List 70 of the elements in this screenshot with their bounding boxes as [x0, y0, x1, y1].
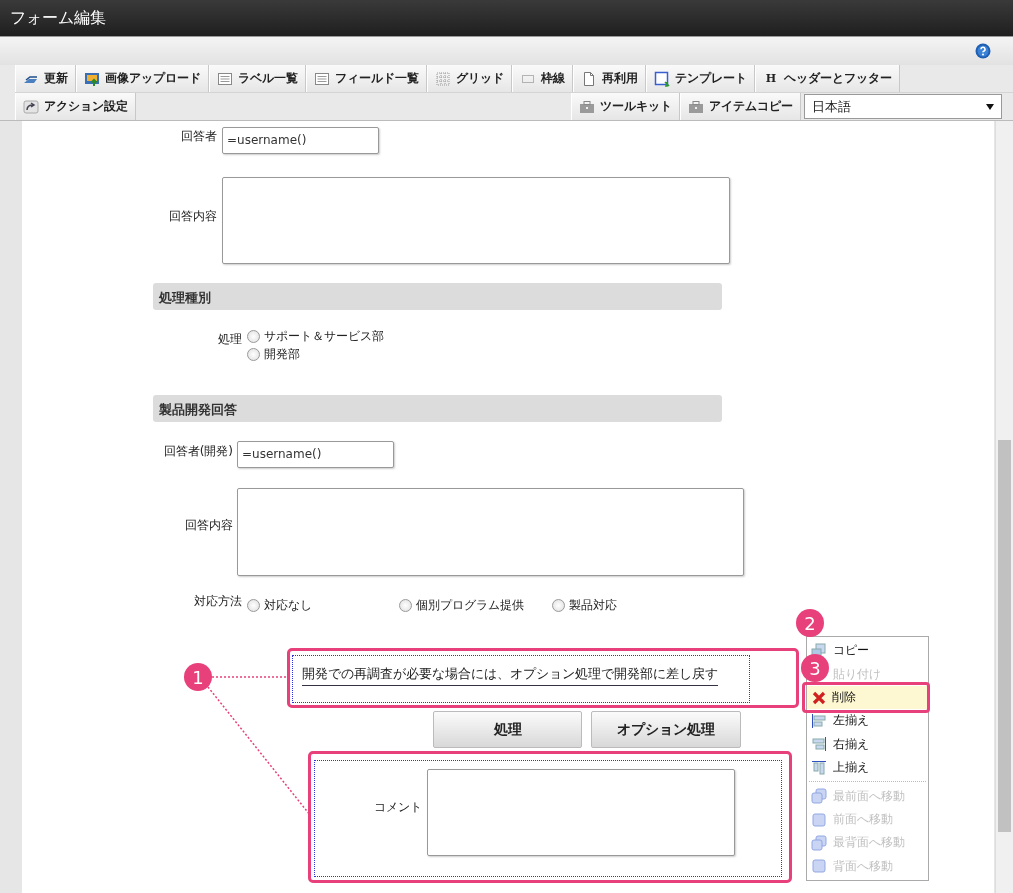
field-label: 回答内容 — [168, 208, 217, 225]
field-label: 回答者(開発) — [162, 443, 233, 460]
field-label: 対応方法 — [193, 593, 242, 610]
text-area[interactable] — [237, 488, 744, 576]
toolbar-button[interactable]: 再利用 — [573, 65, 646, 92]
radio-button[interactable] — [399, 599, 412, 612]
menu-item[interactable]: 削除 — [807, 685, 928, 710]
action-button[interactable]: オプション処理 — [591, 711, 741, 748]
header-glyph-icon: H — [763, 72, 779, 85]
comment-field[interactable] — [427, 769, 735, 856]
field-label: 処理 — [217, 331, 242, 348]
stacked-squares-icon — [811, 788, 827, 805]
list-icon — [314, 70, 330, 87]
toolbar-button[interactable]: テンプレート — [646, 65, 755, 92]
grid-icon — [435, 70, 451, 87]
toolbar-button[interactable]: 枠線 — [512, 65, 573, 92]
align-left-icon — [811, 712, 827, 729]
radio-button[interactable] — [247, 599, 260, 612]
toolbar-button[interactable]: ラベル一覧 — [209, 65, 306, 92]
delete-icon — [811, 689, 827, 706]
language-select[interactable]: 日本語 — [804, 94, 1002, 119]
document-icon — [581, 70, 597, 87]
window-title: フォーム編集 — [10, 7, 106, 29]
text-area[interactable] — [222, 177, 730, 264]
number-badge: 3 — [801, 654, 829, 682]
scrollbar-thumb[interactable] — [998, 440, 1011, 832]
toolbox-icon — [579, 98, 595, 115]
menu-item[interactable]: 右揃え — [832, 735, 869, 753]
toolbox-icon — [688, 98, 704, 115]
toolbar-button[interactable]: フィールド一覧 — [306, 65, 427, 92]
radio-label: サポート＆サービス部 — [264, 328, 384, 345]
square-icon — [811, 811, 827, 828]
radio-label: 個別プログラム提供 — [416, 597, 524, 614]
square-icon — [811, 858, 827, 875]
toolbar-button[interactable]: 画像アップロード — [76, 65, 209, 92]
section-header: 製品開発回答 — [153, 395, 722, 422]
toolbar-button[interactable]: ツールキット — [571, 93, 680, 120]
toolbar-button[interactable]: グリッド — [427, 65, 512, 92]
text-field[interactable]: =username() — [237, 441, 394, 468]
toolbar-button[interactable]: アイテムコピー — [680, 93, 801, 120]
toolbar-button[interactable]: アクション設定 — [15, 93, 136, 120]
radio-button[interactable] — [552, 599, 565, 612]
number-badge: 1 — [184, 663, 212, 691]
toolbar-button[interactable]: 更新 — [15, 65, 76, 92]
align-top-icon — [811, 759, 827, 776]
radio-label: 対応なし — [264, 597, 312, 614]
help-icon — [975, 43, 991, 59]
radio-label: 開発部 — [264, 346, 300, 363]
stacked-squares-icon — [811, 834, 827, 851]
radio-button[interactable] — [247, 330, 260, 343]
number-badge: 2 — [796, 609, 824, 637]
scrollbar[interactable] — [995, 121, 1013, 893]
dropdown-arrow-icon — [986, 103, 994, 110]
toolbar-button[interactable]: H ヘッダーとフッター — [755, 65, 900, 92]
action-button[interactable]: 処理 — [433, 711, 582, 748]
text-field[interactable]: =username() — [222, 127, 379, 154]
field-label: 回答者 — [180, 128, 217, 145]
menu-item[interactable]: 左揃え — [832, 712, 869, 730]
image-upload-icon — [84, 70, 100, 87]
field-label: 回答内容 — [184, 517, 233, 534]
field-label: コメント — [373, 799, 422, 816]
radio-label: 製品対応 — [569, 597, 617, 614]
template-icon — [654, 70, 670, 87]
note-text: 開発での再調査が必要な場合には、オプション処理で開発部に差し戻す — [302, 665, 718, 686]
menu-item[interactable]: 上揃え — [832, 759, 869, 777]
radio-button[interactable] — [247, 348, 260, 361]
align-right-icon — [811, 736, 827, 753]
section-header: 処理種別 — [153, 283, 722, 310]
list-icon — [217, 70, 233, 87]
menu-item[interactable]: コピー — [832, 642, 869, 660]
